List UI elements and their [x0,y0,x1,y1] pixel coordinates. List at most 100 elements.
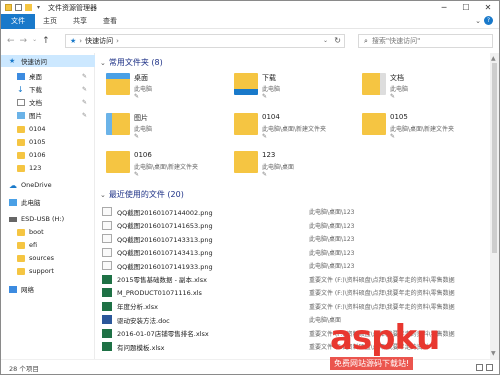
frequent-folder-tile[interactable]: 文档 此电脑 ✎ [362,71,482,107]
sidebar-item[interactable]: ↓ 下载 ✎ [1,83,95,95]
recent-file-row[interactable]: 年度分析.xlsx 重要文件 (F:)\资料硕盘\点拜\我要年走的资料\零售数据 [102,300,487,313]
sidebar-item[interactable]: sources [1,252,95,264]
folder-icon [17,138,25,146]
breadcrumb-arrow-icon[interactable]: › [79,37,82,45]
sidebar-item[interactable]: 0105 [1,136,95,148]
sidebar-item[interactable]: 123 [1,162,95,174]
folder-icon [17,228,25,236]
navigation-pane: ★ 快速访问桌面 ✎ ↓ 下载 ✎ 文档 ✎ 图片 ✎ 0104 0105 0106 123 ☁ OneDri… [1,53,95,359]
recent-files-header[interactable]: ⌄ 最近使用的文件 (20) [100,189,184,200]
desktop-folder-icon [106,73,130,95]
excel-file-icon [102,342,112,351]
expand-ribbon-icon[interactable]: ⌄ [475,17,481,25]
sidebar-item-label: 下载 [29,86,42,94]
recent-file-row[interactable]: QQ截图20160107141933.png 此电脑\桌面\123 [102,259,487,272]
folder-icon [17,254,25,262]
scroll-thumb[interactable] [492,63,497,253]
search-box[interactable]: ⌕ 搜索"快速访问" [358,34,493,48]
image-file-icon [102,220,112,230]
recent-file-row[interactable]: M_PRODUCT01071116.xls 重要文件 (F:)\资料硕盘\点拜\我… [102,286,487,299]
file-name: QQ截图20160107144002.png [117,208,213,217]
sidebar-item[interactable]: boot [1,226,95,238]
address-dropdown-icon[interactable]: ⌄ [323,37,328,44]
sidebar-item-label: 网络 [21,286,34,294]
folder-path: 此电脑 [134,86,153,93]
sidebar-item-label: 123 [29,164,42,172]
back-icon[interactable]: ← [7,36,15,46]
folder-icon [234,113,258,135]
sidebar-item[interactable]: 0106 [1,149,95,161]
new-folder-icon[interactable] [25,4,32,11]
folder-icon [17,164,25,172]
file-name: QQ截图20160107143413.png [117,249,213,257]
tab-view[interactable]: 查看 [95,14,125,29]
sidebar-item[interactable]: 网络 [1,283,95,295]
breadcrumb-location[interactable]: 快速访问 [85,36,113,46]
collapse-chevron-icon[interactable]: ⌄ [100,191,106,199]
folder-name: 123 [262,151,276,159]
recent-file-row[interactable]: QQ截图20160107144002.png 此电脑\桌面\123 [102,205,487,218]
maximize-button[interactable]: ☐ [455,1,477,14]
sidebar-item[interactable]: 图片 ✎ [1,109,95,121]
address-bar[interactable]: ★ › 快速访问 › ⌄ ↻ [65,34,345,48]
folder-icon [17,241,25,249]
tab-home[interactable]: 主页 [35,14,65,29]
recent-file-row[interactable]: QQ截图20160107143313.png 此电脑\桌面\123 [102,232,487,245]
file-location: 重要文件 (F:)\资料硕盘\点拜\我要年走的资料\零售数据 [309,303,455,311]
sidebar-item[interactable]: 0104 [1,123,95,135]
tab-share[interactable]: 共享 [65,14,95,29]
frequent-folder-tile[interactable]: 0104 此电脑\桌面\新建文件夹 ✎ [234,111,354,147]
properties-icon[interactable] [15,4,22,11]
pin-icon: ✎ [390,133,396,140]
watermark-tagline: 免费网站源码下载站! [330,357,414,370]
scroll-up-icon[interactable]: ▲ [491,55,496,62]
sidebar-item-label: OneDrive [21,181,52,189]
vertical-scrollbar[interactable]: ▲ ▼ [490,53,499,359]
sidebar-item[interactable]: 桌面 ✎ [1,70,95,82]
folder-path: 此电脑\桌面\新建文件夹 [262,126,327,133]
recent-locations-icon[interactable]: ⌄ [32,36,37,46]
sidebar-item[interactable]: 文档 ✎ [1,96,95,108]
frequent-folder-tile[interactable]: 123 此电脑\桌面 ✎ [234,149,354,185]
sidebar-item[interactable]: ☁ OneDrive [1,179,95,191]
refresh-icon[interactable]: ↻ [334,36,341,45]
frequent-folder-tile[interactable]: 0105 此电脑\桌面\新建文件夹 ✎ [362,111,482,147]
collapse-chevron-icon[interactable]: ⌄ [100,59,106,67]
frequent-folders-header[interactable]: ⌄ 常用文件夹 (8) [100,57,163,68]
pin-icon: ✎ [390,93,396,100]
frequent-folder-tile[interactable]: 0106 此电脑\桌面\新建文件夹 ✎ [106,149,226,185]
tab-file[interactable]: 文件 [1,13,35,29]
watermark: aspku 免费网站源码下载站! [330,318,500,375]
close-button[interactable]: ✕ [477,1,499,14]
frequent-folder-tile[interactable]: 桌面 此电脑 ✎ [106,71,226,107]
sidebar-item[interactable]: 此电脑 [1,196,95,208]
sidebar-item[interactable]: ★ 快速访问 [1,55,95,67]
image-file-icon [102,207,112,216]
sidebar-item[interactable]: efi [1,239,95,251]
sidebar-item[interactable]: ESD-USB (H:) [1,213,95,225]
file-name: M_PRODUCT01071116.xls [117,288,202,297]
breadcrumb-arrow-icon[interactable]: › [116,37,119,45]
frequent-folder-tile[interactable]: 下载 此电脑 ✎ [234,71,354,107]
folder-name: 下载 [262,74,276,82]
star-icon: ★ [70,37,77,45]
picture-icon [17,111,25,119]
forward-icon[interactable]: → [20,36,28,46]
recent-file-row[interactable]: QQ截图20160107141653.png 此电脑\桌面\123 [102,219,487,232]
excel-file-icon [102,274,112,284]
customize-toolbar-icon[interactable]: ▾ [35,4,42,11]
recent-file-row[interactable]: QQ截图20160107143413.png 此电脑\桌面\123 [102,246,487,259]
recent-file-row[interactable]: 2015零售基础数据 - 副本.xlsx 重要文件 (F:)\资料硕盘\点拜\我要… [102,273,487,286]
folder-name: 文档 [390,74,404,82]
pin-icon: ✎ [81,98,87,106]
help-icon[interactable]: ? [484,16,493,25]
frequent-folders-title: 常用文件夹 (8) [108,58,163,67]
file-location: 此电脑\桌面\123 [309,222,355,230]
sidebar-item[interactable]: support [1,265,95,277]
frequent-folder-tile[interactable]: 图片 此电脑 ✎ [106,111,226,147]
folder-path: 此电脑 [134,126,153,133]
minimize-button[interactable]: ─ [433,1,455,14]
up-icon[interactable]: ↑ [42,36,50,46]
sidebar-item-label: 快速访问 [21,58,47,66]
star-icon: ★ [9,56,16,65]
